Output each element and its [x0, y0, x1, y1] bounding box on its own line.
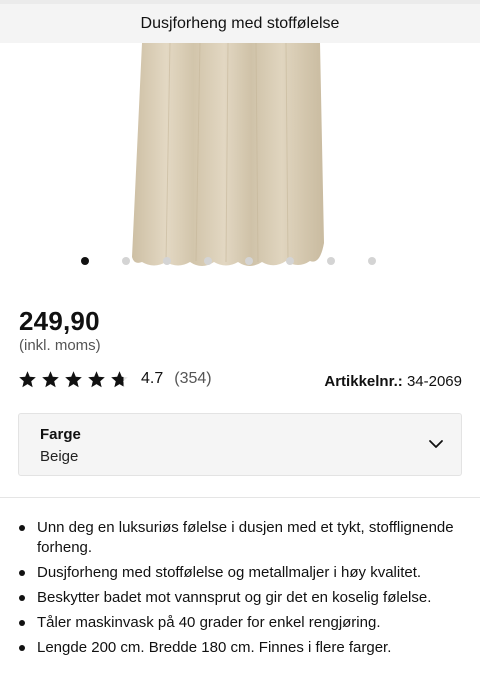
star-partial-icon [111, 370, 128, 387]
product-image-gallery[interactable] [0, 43, 480, 273]
star-full-icon [42, 370, 59, 387]
gallery-dot[interactable] [245, 257, 253, 265]
article-number-value: 34-2069 [406, 373, 462, 390]
star-full-icon [65, 370, 82, 387]
article-number-label: Artikkelnr.: [324, 373, 403, 390]
feature-item: Lengde 200 cm. Bredde 180 cm. Finnes i f… [18, 638, 468, 658]
star-full-icon [88, 370, 105, 387]
gallery-dot[interactable] [163, 257, 171, 265]
feature-item: Tåler maskinvask på 40 grader for enkel … [18, 613, 468, 633]
color-selector[interactable]: Farge Beige [18, 413, 462, 476]
chevron-down-icon [429, 440, 443, 448]
gallery-pagination [0, 257, 480, 267]
rating-value: 4.7 [141, 370, 164, 387]
feature-item: Dusjforheng med stoffølelse og metallmal… [18, 563, 468, 583]
page-header: Dusjforheng med stoffølelse [0, 0, 480, 43]
color-value: Beige [40, 448, 79, 465]
gallery-dot[interactable] [204, 257, 212, 265]
product-rating[interactable]: 4.7 (354) [18, 368, 212, 390]
product-image [132, 43, 324, 266]
rating-stars [18, 370, 133, 389]
vat-note: (inkl. moms) [19, 337, 101, 354]
page-title: Dusjforheng med stoffølelse [140, 14, 340, 32]
section-divider [0, 497, 480, 498]
rating-count[interactable]: (354) [174, 370, 211, 388]
gallery-dot[interactable] [286, 257, 294, 265]
color-label: Farge [40, 426, 81, 443]
gallery-dot[interactable] [81, 257, 89, 265]
product-price: 249,90 [19, 306, 100, 336]
product-features-list: Unn deg en luksuriøs følelse i dusjen me… [18, 518, 468, 663]
gallery-dot[interactable] [122, 257, 130, 265]
article-number: Artikkelnr.: 34-2069 [324, 373, 462, 390]
star-full-icon [19, 370, 36, 387]
feature-item: Beskytter badet mot vannsprut og gir det… [18, 588, 468, 608]
gallery-dot[interactable] [368, 257, 376, 265]
gallery-dot[interactable] [327, 257, 335, 265]
feature-item: Unn deg en luksuriøs følelse i dusjen me… [18, 518, 468, 558]
